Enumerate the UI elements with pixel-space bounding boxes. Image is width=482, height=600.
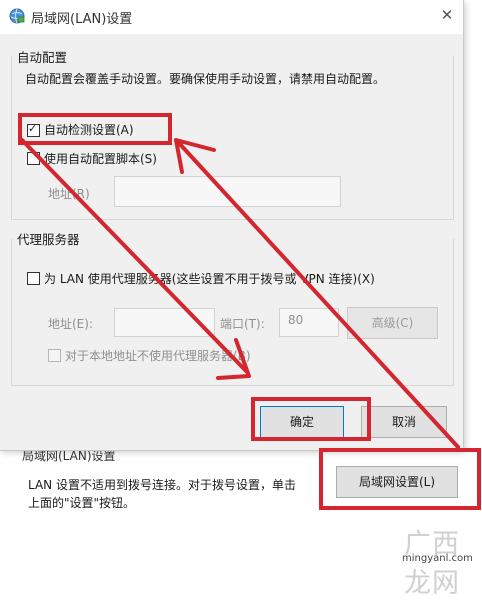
bypass-local-label[interactable]: 对于本地地址不使用代理服务器(B) [65,347,251,364]
port-input[interactable]: 80 [279,308,339,337]
lan-settings-button-highlight [319,448,481,510]
advanced-button[interactable]: 高级(C) [347,307,438,339]
use-script-checkbox[interactable] [27,152,40,165]
use-script-label[interactable]: 使用自动配置脚本(S) [44,150,157,167]
script-address-input[interactable] [114,176,341,207]
globe-network-icon [9,8,25,24]
use-proxy-checkbox[interactable] [27,272,40,285]
script-address-label: 地址(R) [48,187,90,201]
bypass-local-checkbox[interactable] [48,349,61,362]
dialog-title: 局域网(LAN)设置 [31,12,133,27]
port-label: 端口(T): [220,317,265,331]
lan-settings-dialog: 局域网(LAN)设置 ✕ 自动配置 自动配置会覆盖手动设置。要确保使用手动设置，… [0,0,464,451]
cancel-button[interactable]: 取消 [361,406,447,438]
proxy-address-label: 地址(E): [48,317,93,331]
watermark-url: mingyanl.com [402,553,473,564]
close-icon[interactable]: ✕ [437,5,457,25]
proxy-address-input[interactable] [114,308,215,337]
auto-config-description: 自动配置会覆盖手动设置。要确保使用手动设置，请禁用自动配置。 [25,72,386,86]
dialog-titlebar: 局域网(LAN)设置 ✕ [0,0,463,34]
background-description-line2: 上面的"设置"按钮。 [28,496,136,510]
background-description-line1: LAN 设置不适用到拨号连接。对于拨号设置，单击 [28,478,296,492]
port-value: 80 [288,313,304,327]
auto-detect-highlight [18,113,172,145]
use-proxy-label[interactable]: 为 LAN 使用代理服务器(这些设置不用于拨号或 VPN 连接)(X) [44,270,375,287]
ok-button-highlight [251,397,371,441]
